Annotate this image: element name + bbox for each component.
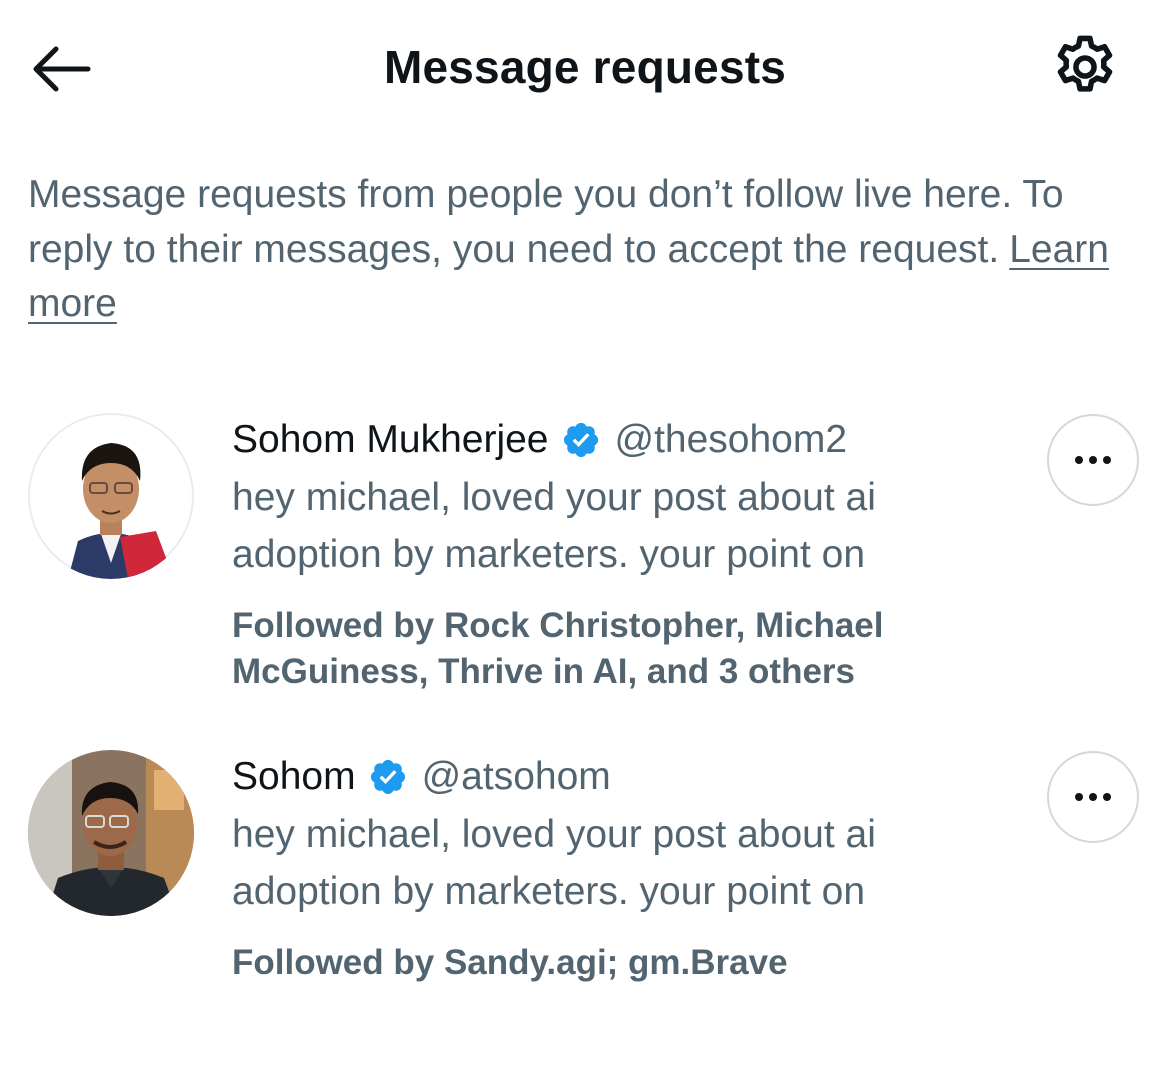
avatar-photo <box>28 413 194 579</box>
followed-by-text: Followed by Rock Christopher, Michael Mc… <box>232 606 884 691</box>
avatar[interactable] <box>28 413 194 579</box>
request-content: Sohom Mukherjee @thesohom2 hey michael, … <box>232 413 1022 695</box>
more-horizontal-icon <box>1075 793 1111 801</box>
display-name[interactable]: Sohom Mukherjee <box>232 413 549 467</box>
user-handle: @thesohom2 <box>614 418 848 461</box>
avatar[interactable] <box>28 750 194 916</box>
name-row: Sohom @atsohom <box>232 750 1022 804</box>
user-handle: @atsohom <box>421 755 611 798</box>
request-content: Sohom @atsohom hey michael, loved your p… <box>232 750 1022 986</box>
message-request-item[interactable]: Sohom @atsohom hey michael, loved your p… <box>0 750 1170 1010</box>
gear-icon <box>1057 35 1113 92</box>
intro-notice: Message requests from people you don’t f… <box>28 168 1138 332</box>
message-request-item[interactable]: Sohom Mukherjee @thesohom2 hey michael, … <box>0 413 1170 713</box>
name-row: Sohom Mukherjee @thesohom2 <box>232 413 1022 467</box>
more-horizontal-icon <box>1075 456 1111 464</box>
avatar-photo <box>28 750 194 916</box>
top-bar: Message requests <box>0 0 1170 140</box>
intro-text: Message requests from people you don’t f… <box>28 173 1064 271</box>
settings-button[interactable] <box>1050 32 1120 102</box>
verified-badge-icon <box>561 420 601 460</box>
message-preview: hey michael, loved your post about ai ad… <box>232 476 876 576</box>
message-preview: hey michael, loved your post about ai ad… <box>232 813 876 913</box>
page-title: Message requests <box>383 41 787 93</box>
followed-by-text: Followed by Sandy.agi; gm.Brave <box>232 943 788 982</box>
more-options-button[interactable] <box>1047 414 1139 506</box>
verified-badge-icon <box>368 757 408 797</box>
more-options-button[interactable] <box>1047 751 1139 843</box>
display-name[interactable]: Sohom <box>232 750 356 804</box>
